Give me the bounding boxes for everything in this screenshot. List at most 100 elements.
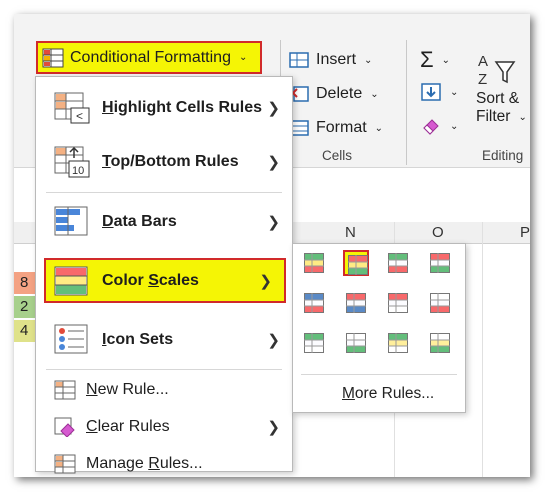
color-scale-swatch-icon bbox=[304, 253, 324, 273]
svg-text:<: < bbox=[76, 109, 83, 123]
svg-text:10: 10 bbox=[72, 165, 84, 177]
column-header-o[interactable]: O bbox=[432, 224, 444, 241]
color-scale-option[interactable] bbox=[385, 250, 411, 276]
submenu-divider bbox=[301, 374, 457, 375]
menu-divider bbox=[46, 369, 282, 370]
insert-button[interactable]: Insert ⌄ bbox=[288, 50, 372, 70]
menu-label: New Rule... bbox=[86, 381, 169, 398]
menu-item-clear-rules[interactable]: Clear Rules ❯ bbox=[36, 412, 292, 442]
menu-item-top-bottom-rules[interactable]: 10 Top/Bottom Rules ❯ bbox=[36, 139, 292, 185]
data-bars-icon bbox=[54, 206, 88, 236]
chevron-right-icon: ❯ bbox=[267, 154, 280, 171]
chevron-down-icon: ⌄ bbox=[450, 86, 459, 98]
sort-filter-label-1: Sort & bbox=[476, 90, 520, 107]
chevron-down-icon: ⌄ bbox=[374, 122, 384, 134]
menu-label: Color Scales bbox=[102, 271, 199, 289]
chevron-down-icon: ⌄ bbox=[518, 111, 527, 123]
menu-item-data-bars[interactable]: Data Bars ❯ bbox=[36, 199, 292, 245]
column-header-n[interactable]: N bbox=[345, 224, 356, 241]
eraser-icon bbox=[423, 119, 439, 135]
color-scale-option[interactable] bbox=[343, 290, 369, 316]
menu-item-color-scales[interactable]: Color Scales ❯ bbox=[44, 258, 286, 303]
sum-icon: Σ bbox=[420, 47, 434, 72]
color-scale-swatch-icon bbox=[388, 333, 408, 353]
color-scales-icon bbox=[54, 266, 88, 296]
color-scale-option[interactable] bbox=[301, 330, 327, 356]
color-scale-option[interactable] bbox=[301, 250, 327, 276]
format-label: Format bbox=[316, 119, 367, 136]
menu-item-highlight-cells-rules[interactable]: < Highlight Cells Rules ❯ bbox=[36, 85, 292, 131]
conditional-formatting-button[interactable]: Conditional Formatting ⌄ bbox=[36, 41, 262, 74]
chevron-right-icon: ❯ bbox=[267, 332, 280, 349]
color-scale-swatch-icon bbox=[348, 255, 368, 275]
cell-value[interactable]: 8 bbox=[14, 272, 36, 294]
cells-group-label: Cells bbox=[322, 148, 353, 163]
cell-value[interactable]: 4 bbox=[14, 320, 36, 342]
chevron-down-icon: ⌄ bbox=[450, 120, 459, 132]
cell-value[interactable]: 2 bbox=[14, 296, 36, 318]
color-scale-option[interactable] bbox=[343, 330, 369, 356]
color-scale-option[interactable] bbox=[385, 330, 411, 356]
more-rules-link[interactable]: More Rules... bbox=[342, 385, 434, 403]
menu-label: Data Bars bbox=[102, 213, 177, 230]
color-scale-swatch-icon bbox=[388, 253, 408, 273]
color-scale-swatch-icon bbox=[304, 293, 324, 313]
chevron-right-icon: ❯ bbox=[259, 272, 272, 290]
delete-label: Delete bbox=[316, 85, 363, 102]
conditional-formatting-icon bbox=[42, 48, 64, 67]
menu-divider bbox=[46, 192, 282, 193]
menu-label: Clear Rules bbox=[86, 418, 170, 435]
color-scale-swatch-icon bbox=[430, 253, 450, 273]
highlight-cells-icon: < bbox=[54, 92, 90, 124]
new-rule-icon bbox=[54, 380, 76, 400]
gridline bbox=[482, 222, 483, 477]
clear-button[interactable]: ⌄ bbox=[420, 116, 458, 136]
ribbon-separator bbox=[406, 40, 407, 165]
chevron-right-icon: ❯ bbox=[267, 214, 280, 231]
excel-window: Conditional Formatting ⌄ Insert ⌄ Delete… bbox=[14, 14, 530, 477]
chevron-down-icon: ⌄ bbox=[238, 52, 248, 63]
chevron-right-icon: ❯ bbox=[267, 100, 280, 117]
menu-label: Manage Rules... bbox=[86, 455, 203, 472]
chevron-right-icon: ❯ bbox=[267, 419, 280, 436]
color-scale-swatch-icon bbox=[304, 333, 324, 353]
conditional-formatting-label: Conditional Formatting bbox=[70, 48, 231, 66]
color-scale-swatch-icon bbox=[430, 293, 450, 313]
chevron-down-icon: ⌄ bbox=[370, 88, 379, 100]
svg-text:A: A bbox=[478, 53, 488, 70]
menu-label: Icon Sets bbox=[102, 331, 174, 348]
icon-sets-icon bbox=[54, 324, 88, 354]
sort-filter-button[interactable]: A Z Sort & Filter ⌄ bbox=[476, 50, 527, 126]
delete-button[interactable]: Delete ⌄ bbox=[288, 84, 379, 104]
autosum-button[interactable]: Σ ⌄ bbox=[420, 47, 450, 73]
insert-label: Insert bbox=[316, 51, 357, 68]
svg-text:Z: Z bbox=[478, 71, 487, 88]
color-scales-submenu: More Rules... bbox=[292, 243, 466, 413]
color-scale-swatch-icon bbox=[388, 293, 408, 313]
menu-item-icon-sets[interactable]: Icon Sets ❯ bbox=[36, 317, 292, 363]
color-scale-option[interactable] bbox=[427, 290, 453, 316]
column-header-p[interactable]: P bbox=[520, 224, 530, 241]
color-scale-option[interactable] bbox=[385, 290, 411, 316]
manage-rules-icon bbox=[54, 454, 76, 474]
color-scale-option[interactable] bbox=[301, 290, 327, 316]
color-scale-option[interactable] bbox=[427, 250, 453, 276]
color-scale-swatch-icon bbox=[346, 333, 366, 353]
chevron-down-icon: ⌄ bbox=[364, 54, 373, 66]
chevron-down-icon: ⌄ bbox=[441, 54, 450, 66]
menu-label: Highlight Cells Rules bbox=[102, 99, 263, 116]
fill-down-icon bbox=[421, 83, 441, 101]
top-bottom-icon: 10 bbox=[54, 146, 90, 178]
color-scale-option[interactable] bbox=[343, 250, 369, 276]
menu-label: Top/Bottom Rules bbox=[102, 153, 239, 170]
color-scale-swatch-icon bbox=[346, 293, 366, 313]
sort-filter-icon: A Z bbox=[478, 53, 516, 88]
menu-item-manage-rules[interactable]: Manage Rules... bbox=[36, 449, 292, 477]
fill-button[interactable]: ⌄ bbox=[420, 82, 458, 102]
menu-item-new-rule[interactable]: New Rule... bbox=[36, 375, 292, 405]
format-button[interactable]: Format ⌄ bbox=[288, 118, 383, 138]
color-scale-swatch-icon bbox=[430, 333, 450, 353]
editing-group-label: Editing bbox=[482, 148, 524, 163]
clear-rules-icon bbox=[54, 417, 75, 437]
color-scale-option[interactable] bbox=[427, 330, 453, 356]
